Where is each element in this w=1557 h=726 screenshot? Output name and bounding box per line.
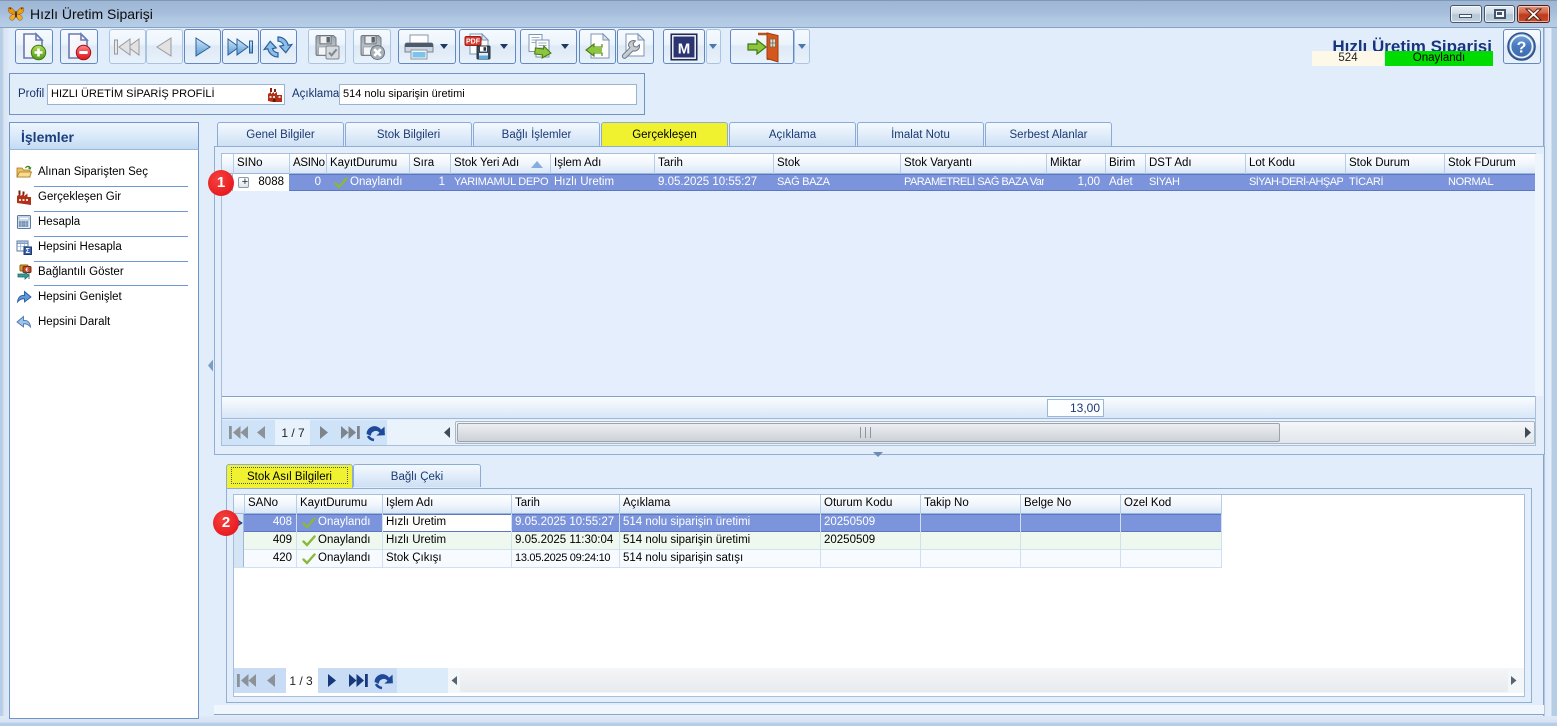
svg-text:?: ? [1517, 40, 1527, 57]
svg-text:Σ: Σ [26, 248, 30, 255]
svg-text:M: M [678, 41, 691, 58]
svg-text:PDF: PDF [466, 39, 481, 46]
